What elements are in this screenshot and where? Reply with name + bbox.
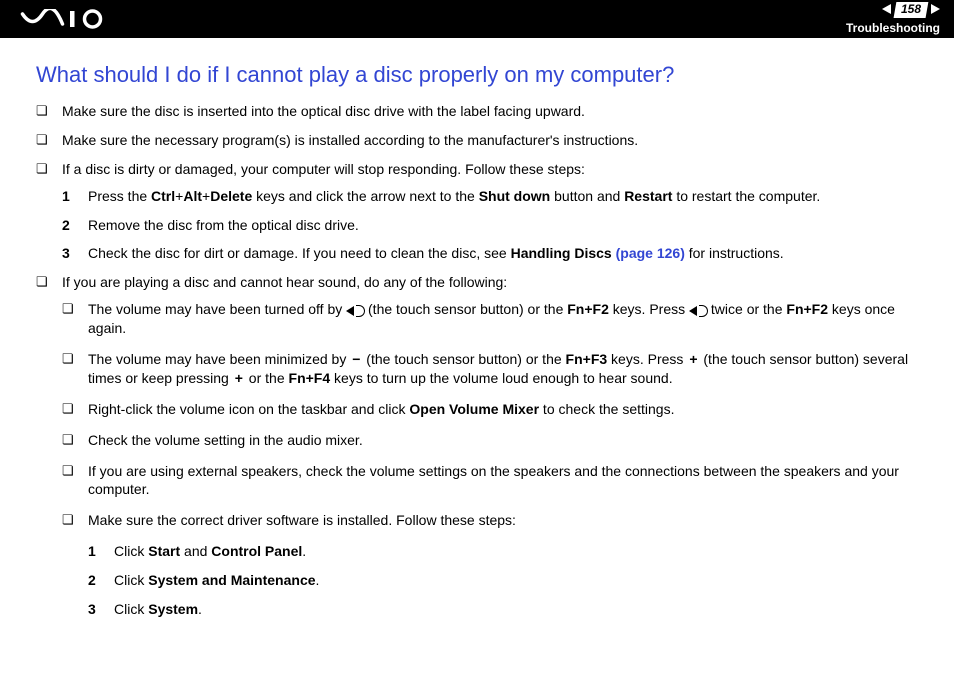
step-item: 2Remove the disc from the optical disc d… [88,216,918,235]
mute-icon [689,306,707,316]
step-item: 2 Click System and Maintenance. [114,571,918,590]
page-nav: 158 [882,2,940,18]
sub-list: The volume may have been turned off by (… [62,300,918,530]
step-item: 1 Click Start and Control Panel. [114,542,918,561]
plus-icon: + [687,350,699,369]
page-content: What should I do if I cannot play a disc… [0,38,954,639]
bullet-item: If you are playing a disc and cannot hea… [62,273,918,619]
section-title: Troubleshooting [846,21,940,37]
page-link[interactable]: (page 126) [616,245,685,261]
page-number: 158 [894,2,929,18]
mute-icon [346,306,364,316]
next-page-arrow-icon[interactable] [931,4,940,14]
vaio-logo-svg [20,9,110,29]
sub-item: The volume may have been turned off by (… [88,300,918,338]
prev-page-arrow-icon[interactable] [882,4,891,14]
minus-icon: − [350,350,362,369]
page-title: What should I do if I cannot play a disc… [36,62,918,88]
sub-item: The volume may have been minimized by − … [88,350,918,388]
bullet-item: Make sure the necessary program(s) is in… [62,131,918,150]
step-item: 3 Check the disc for dirt or damage. If … [88,244,918,263]
header-bar: 158 Troubleshooting [0,0,954,38]
header-right: 158 Troubleshooting [846,2,940,37]
vaio-logo [20,9,110,29]
sub-item: Make sure the correct driver software is… [88,511,918,530]
main-list: Make sure the disc is inserted into the … [36,102,918,619]
steps-list-2: 1 Click Start and Control Panel. 2 Click… [62,542,918,619]
sub-item: Right-click the volume icon on the taskb… [88,400,918,419]
bullet-text: If you are playing a disc and cannot hea… [62,274,507,290]
bullet-item: Make sure the disc is inserted into the … [62,102,918,121]
sub-item: If you are using external speakers, chec… [88,462,918,500]
plus-icon: + [233,369,245,388]
step-item: 3 Click System. [114,600,918,619]
bullet-item: If a disc is dirty or damaged, your comp… [62,160,918,264]
sub-item: Check the volume setting in the audio mi… [88,431,918,450]
steps-list: 1 Press the Ctrl+Alt+Delete keys and cli… [62,187,918,264]
step-item: 1 Press the Ctrl+Alt+Delete keys and cli… [88,187,918,206]
bullet-text: If a disc is dirty or damaged, your comp… [62,161,585,177]
